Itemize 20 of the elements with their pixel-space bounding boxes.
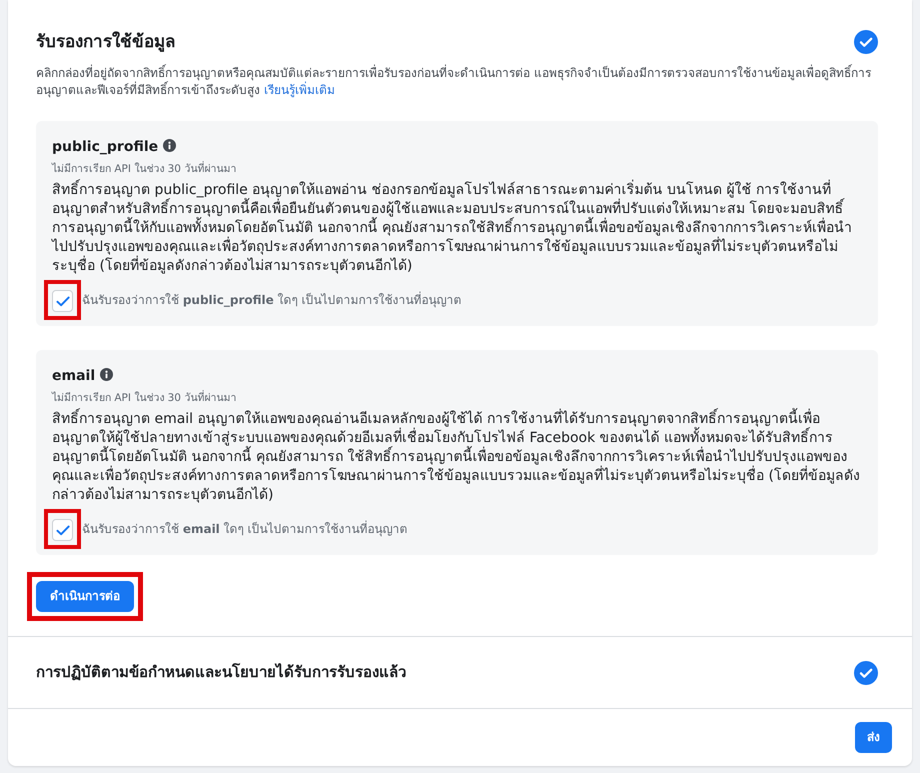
- check-icon: [56, 524, 70, 536]
- api-usage-note: ไม่มีการเรียก API ในช่วง 30 วันที่ผ่านมา: [52, 161, 238, 177]
- learn-more-link[interactable]: เรียนรู้เพิ่มเติม: [264, 83, 335, 97]
- info-icon[interactable]: [163, 139, 176, 152]
- checkbox[interactable]: [52, 519, 73, 541]
- info-icon[interactable]: [100, 368, 114, 381]
- api-usage-note: ไม่มีการเรียก API ในช่วง 30 วันที่ผ่านมา: [52, 390, 238, 406]
- certify-label: ฉันรับรองว่าการใช้ email ใดๆ เป็นไปตามการใช้งานที่อนุญาต: [82, 520, 408, 538]
- permission-description: สิทธิ์การอนุญาต public_profile อนุญาตให้แอพอ่าน ช่องกรอกข้อมูลโปรไฟล์สาธารณะตามค่าเริ่มต้น บนโหนด ผู้ใช้ การใช้งานที่อนุญาตสำหรับสิทธิ์การอนุญาตนี้คือเพื่อยืนยันตัวตนของผู้ใช้แอพและมอบประสบการณ์ในแอพที่ปรับแต่งให้เหมาะสม โดยจะมอบสิทธิ์การอนุญาตนี้ให้กับแอพทั้งหมดโดยอัตโนมัติ นอกจากนี้ คุณยังสามารถใช้สิทธิ์การอนุญาตนี้เพื่อขอข้อมูลเชิงลึกจากการวิเคราะห์เพื่อนำไปปรับปรุงแอพของคุณและเพื่อวัตถุประสงค์ทางการตลาดหรือการโฆษณาผ่านการใช้ข้อมูลแบบรวมและข้อมูลที่ไม่ระบุตัวตนหรือไม่ระบุชื่อ (โดยที่ข้อมูลดังกล่าวต้องไม่สามารถระบุตัวตนอีกได้): [52, 181, 862, 276]
- checkbox[interactable]: [52, 290, 73, 312]
- section-title: รับรองการใช้ข้อมูล: [36, 30, 175, 54]
- section-title: การปฏิบัติตามข้อกำหนดและนโยบายได้รับการรับรองแล้ว: [36, 662, 406, 684]
- check-icon: [56, 296, 70, 306]
- section-description: คลิกกล่องที่อยู่ถัดจากสิทธิ์การอนุญาตหรือคุณสมบัติแต่ละรายการเพื่อรับรองก่อนที่จะดำเนินการต่อ แอพธุรกิจจำเป็นต้องมีการตรวจสอบการใช้งานข้อมูลเพื่อดูสิทธิ์การอนุญาตและฟีเจอร์ที่มีสิทธิ์การเข้าถึงระดับสูง เรียนรู้เพิ่มเติม: [36, 65, 872, 99]
- certify-label: ฉันรับรองว่าการใช้ public_profile ใดๆ เป็นไปตามการใช้งานที่อนุญาต: [82, 291, 462, 309]
- send-button[interactable]: ส่ง: [855, 722, 892, 753]
- permission-name: public_profile: [52, 139, 158, 155]
- permission-description: สิทธิ์การอนุญาต email อนุญาตให้แอพของคุณอ่านอีเมลหลักของผู้ใช้ได้ การใช้งานที่ได้รับการอนุญาตจากสิทธิ์การอนุญาตนี้เพื่ออนุญาตให้ผู้ใช้ปลายทางเข้าสู่ระบบแอพของคุณด้วยอีเมลที่เชื่อมโยงกับโปรไฟล์ Facebook ของตนได้ แอพทั้งหมดจะได้รับสิทธิ์การอนุญาตนี้โดยอัตโนมัติ นอกจากนี้ คุณยังสามารถ ใช้สิทธิ์การอนุญาตนี้เพื่อขอข้อมูลเชิงลึกจากการวิเคราะห์เพื่อนำไปปรับปรุงแอพของคุณและเพื่อวัตถุประสงค์ทางการตลาดหรือการโฆษณาผ่านการใช้ข้อมูลแบบรวมและข้อมูลที่ไม่ระบุตัวตนหรือไม่ระบุชื่อ (โดยที่ข้อมูลดังกล่าวต้องไม่สามารถระบุตัวตนอีกได้): [52, 410, 862, 505]
- permission-name: email: [52, 368, 96, 384]
- continue-button[interactable]: ดำเนินการต่อ: [36, 581, 134, 612]
